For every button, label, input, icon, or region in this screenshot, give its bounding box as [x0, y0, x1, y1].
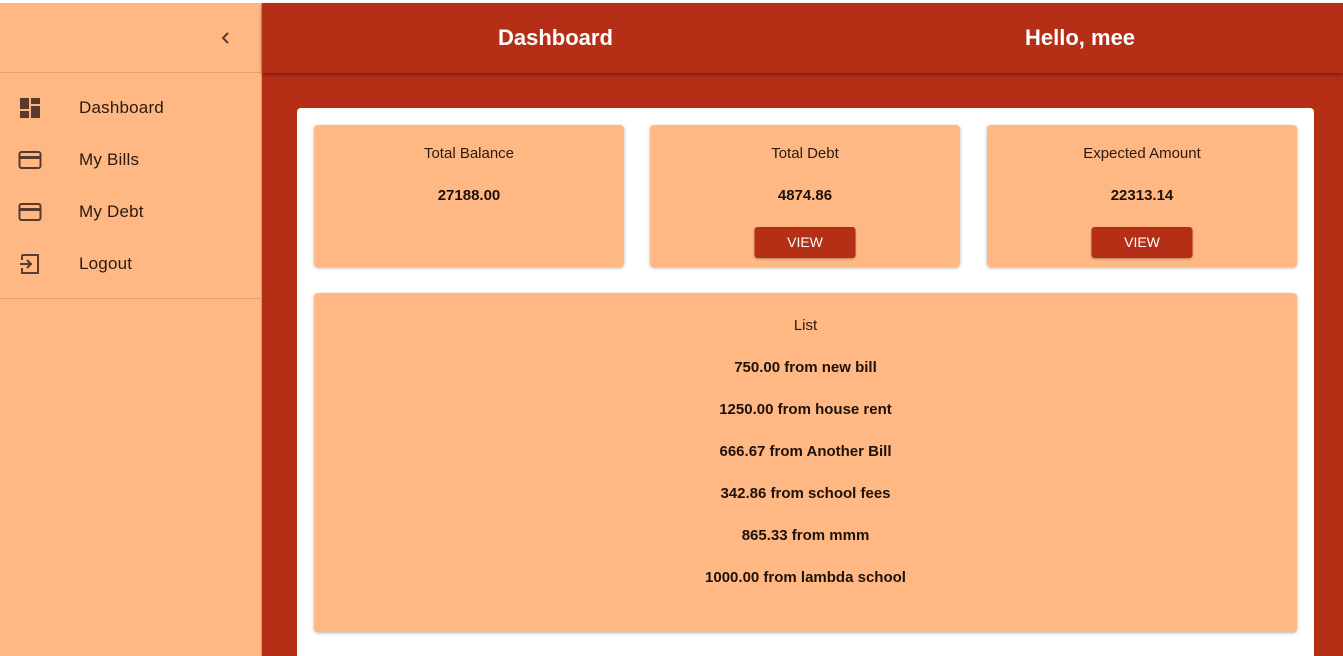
sidebar-item-label: My Debt [79, 202, 144, 221]
list: 750.00 from new bill 1250.00 from house … [314, 359, 1297, 611]
list-item: 666.67 from Another Bill [719, 443, 892, 460]
view-debt-button[interactable]: VIEW [754, 227, 856, 258]
sidebar-item-my-debt[interactable]: My Debt [0, 186, 261, 238]
logout-icon [18, 252, 42, 276]
view-expected-button[interactable]: VIEW [1091, 227, 1193, 258]
list-item: 1000.00 from lambda school [705, 569, 906, 586]
card-value: 27188.00 [437, 187, 501, 204]
app-header: Dashboard Hello, mee [262, 3, 1343, 73]
sidebar-item-label: Logout [79, 254, 133, 273]
sidebar: Dashboard My Bills My Debt Logout [0, 3, 262, 656]
sidebar-item-logout[interactable]: Logout [0, 238, 261, 290]
sidebar-item-dashboard[interactable]: Dashboard [0, 82, 261, 134]
user-greeting: Hello, mee [1025, 25, 1136, 50]
card-value: 22313.14 [1110, 187, 1174, 204]
collapse-sidebar-button[interactable] [212, 24, 240, 52]
list-item: 865.33 from mmm [741, 527, 870, 544]
total-debt-card: Total Debt 4874.86 VIEW [650, 125, 960, 267]
expected-amount-card: Expected Amount 22313.14 VIEW [987, 125, 1297, 267]
card-title: Expected Amount [1083, 145, 1201, 162]
sidebar-item-label: My Bills [79, 150, 140, 169]
list-item: 750.00 from new bill [734, 359, 877, 376]
list-title: List [793, 317, 818, 334]
credit-card-icon [18, 148, 42, 172]
credit-card-icon [18, 200, 42, 224]
dashboard-icon [18, 96, 42, 120]
chevron-left-icon [221, 32, 229, 44]
list-item: 1250.00 from house rent [719, 401, 892, 418]
card-value: 4874.86 [777, 187, 833, 204]
card-title: Total Balance [423, 145, 515, 162]
sidebar-header [0, 3, 261, 73]
list-card: List 750.00 from new bill 1250.00 from h… [314, 293, 1297, 632]
list-item: 342.86 from school fees [720, 485, 891, 502]
sidebar-nav: Dashboard My Bills My Debt Logout [0, 73, 261, 299]
sidebar-item-label: Dashboard [79, 98, 164, 117]
total-balance-card: Total Balance 27188.00 [314, 125, 624, 267]
sidebar-item-my-bills[interactable]: My Bills [0, 134, 261, 186]
dashboard-panel: Total Balance 27188.00 Total Debt 4874.8… [297, 108, 1314, 656]
card-title: Total Debt [771, 145, 839, 162]
page-title: Dashboard [498, 25, 613, 50]
